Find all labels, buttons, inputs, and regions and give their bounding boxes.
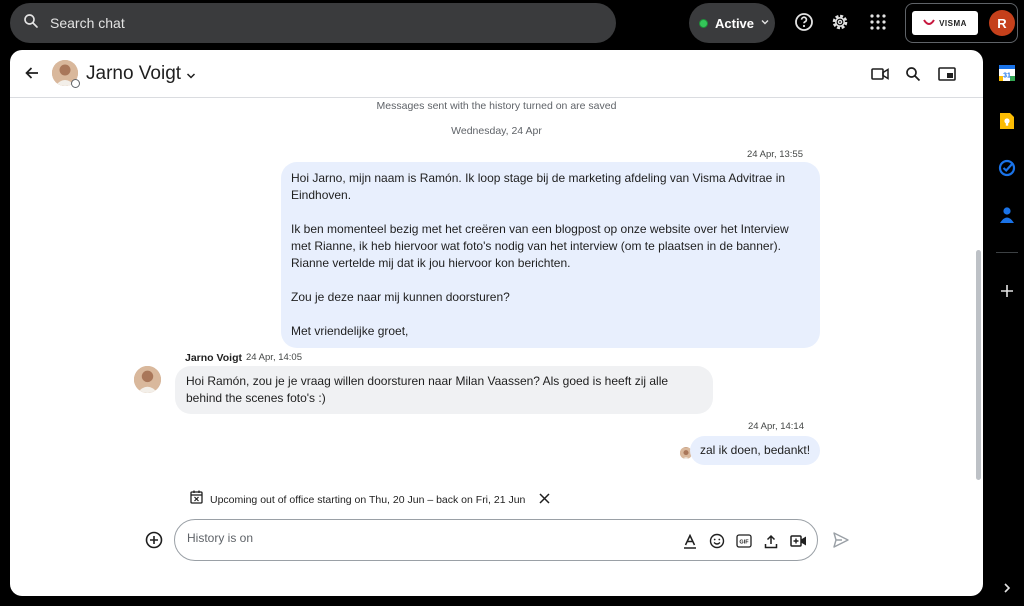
emoji-icon[interactable] bbox=[708, 532, 726, 550]
help-icon[interactable] bbox=[793, 11, 815, 33]
send-icon[interactable] bbox=[832, 531, 850, 554]
picture-in-picture-icon[interactable] bbox=[937, 64, 957, 84]
upload-icon[interactable] bbox=[762, 532, 780, 550]
presence-indicator bbox=[71, 79, 80, 88]
add-addon-icon[interactable] bbox=[996, 280, 1018, 302]
contacts-app-icon[interactable] bbox=[996, 204, 1018, 226]
status-selector[interactable]: Active bbox=[689, 3, 775, 43]
chevron-right-icon[interactable] bbox=[996, 577, 1018, 599]
chat-panel: Jarno Voigt Messages sent with the histo… bbox=[10, 50, 983, 596]
tasks-app-icon[interactable] bbox=[996, 157, 1018, 179]
visma-mark-icon bbox=[923, 19, 935, 25]
history-notice: Messages sent with the history turned on… bbox=[376, 100, 617, 112]
outgoing-message-bubble[interactable]: zal ik doen, bedankt! bbox=[690, 436, 821, 465]
search-icon bbox=[22, 12, 40, 35]
contact-avatar[interactable] bbox=[52, 60, 80, 88]
rail-divider bbox=[996, 252, 1018, 253]
search-chat-bar[interactable]: Search chat bbox=[10, 3, 616, 43]
user-avatar: R bbox=[989, 10, 1015, 36]
video-call-icon[interactable] bbox=[870, 64, 890, 84]
sender-avatar[interactable] bbox=[134, 366, 161, 393]
organization-logo: VISMA bbox=[912, 11, 978, 35]
out-of-office-banner: Upcoming out of office starting on Thu, … bbox=[190, 490, 550, 509]
settings-gear-icon[interactable] bbox=[829, 11, 851, 33]
message-timestamp: 24 Apr, 13:55 bbox=[747, 149, 803, 160]
add-video-meeting-icon[interactable] bbox=[789, 532, 807, 550]
chat-header: Jarno Voigt bbox=[10, 50, 983, 98]
message-paragraph: Ik ben momenteel bezig met het creëren v… bbox=[291, 222, 789, 270]
message-paragraph: Zou je deze naar mij kunnen doorsturen? bbox=[291, 290, 510, 304]
search-icon[interactable] bbox=[903, 64, 923, 84]
text-format-icon[interactable] bbox=[681, 532, 699, 550]
calendar-off-icon bbox=[190, 490, 203, 509]
status-label: Active bbox=[715, 15, 755, 31]
gif-icon[interactable]: GIF bbox=[735, 532, 753, 550]
search-chat-label: Search chat bbox=[50, 15, 125, 31]
message-paragraph: Hoi Jarno, mijn naam is Ramón. Ik loop s… bbox=[291, 171, 786, 202]
add-attachment-icon[interactable] bbox=[145, 531, 163, 554]
close-icon[interactable] bbox=[539, 491, 550, 509]
app-root: Search chat Active VISMA R Jarno Voigt M… bbox=[0, 0, 1024, 606]
contact-name[interactable]: Jarno Voigt bbox=[86, 63, 181, 85]
calendar-app-icon[interactable]: 31 bbox=[996, 62, 1018, 84]
scrollbar-thumb[interactable] bbox=[976, 250, 981, 480]
person-photo-icon bbox=[134, 366, 161, 393]
chevron-down-icon[interactable] bbox=[186, 68, 196, 86]
chevron-down-icon bbox=[760, 14, 770, 32]
message-composer[interactable]: GIF bbox=[174, 519, 818, 561]
organization-logo-text: VISMA bbox=[939, 18, 967, 28]
message-timestamp: 24 Apr, 14:14 bbox=[748, 421, 804, 432]
active-status-dot bbox=[699, 18, 708, 28]
svg-text:31: 31 bbox=[1003, 73, 1011, 80]
out-of-office-text: Upcoming out of office starting on Thu, … bbox=[210, 493, 526, 506]
date-divider: Wednesday, 24 Apr bbox=[451, 125, 542, 137]
keep-app-icon[interactable] bbox=[996, 110, 1018, 132]
message-timestamp: 24 Apr, 14:05 bbox=[246, 352, 302, 363]
apps-grid-icon[interactable] bbox=[867, 11, 889, 33]
incoming-message-bubble[interactable]: Hoi Ramón, zou je je vraag willen doorst… bbox=[175, 366, 713, 414]
gif-label: GIF bbox=[739, 540, 749, 546]
back-arrow-icon[interactable] bbox=[24, 65, 40, 86]
account-switcher[interactable]: VISMA R bbox=[905, 3, 1018, 43]
outgoing-message-bubble[interactable]: Hoi Jarno, mijn naam is Ramón. Ik loop s… bbox=[281, 162, 820, 348]
message-paragraph: Met vriendelijke groet, bbox=[291, 324, 409, 338]
message-input[interactable] bbox=[187, 531, 487, 545]
sender-name: Jarno Voigt bbox=[185, 352, 242, 364]
